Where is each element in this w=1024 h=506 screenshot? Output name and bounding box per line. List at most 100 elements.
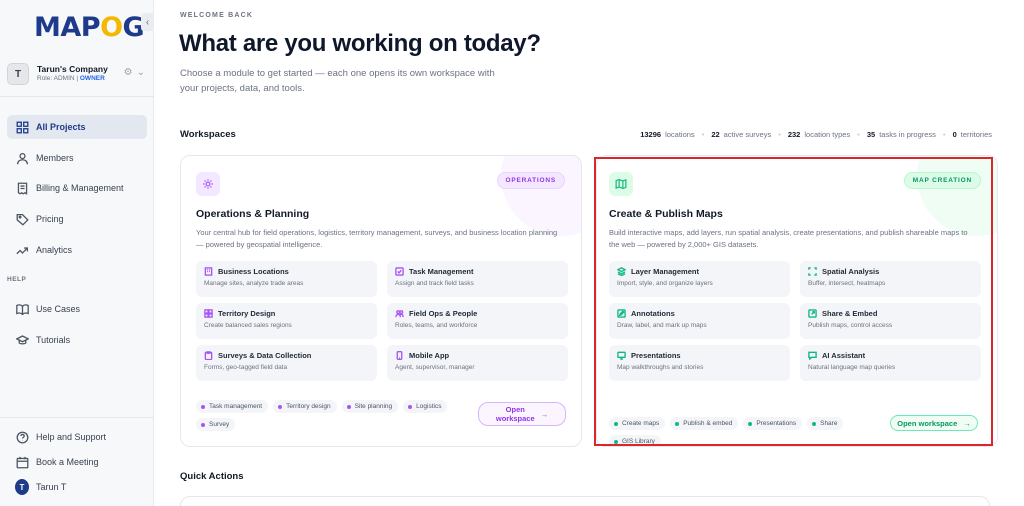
graduation-cap-icon [15,333,29,347]
tag-chip: Logistics [403,400,448,413]
gear-icon[interactable]: ⚙ [124,67,133,78]
sidebar-item-label: Tutorials [36,335,71,345]
help-circle-icon [15,430,29,444]
tag-chip: Create maps [609,417,666,430]
org-avatar: T [7,63,29,85]
building-icon [204,267,213,276]
tag-label: Create maps [622,420,660,427]
avatar: T [15,479,29,495]
stat-label: territories [960,130,992,139]
trend-line-icon [15,243,29,257]
feature-tile-business-locations[interactable]: Business Locations Manage sites, analyze… [196,261,377,297]
tile-title: Field Ops & People [409,309,478,318]
tag-label: Publish & embed [683,420,733,427]
chevron-down-icon[interactable]: ⌄ [137,67,145,78]
category-badge: MAP CREATION [903,172,981,189]
tile-title: Territory Design [218,309,276,318]
tile-subtitle: Assign and track field tasks [395,280,474,287]
tile-subtitle: Agent, supervisor, manager [395,364,475,371]
user-profile[interactable]: T Tarun T [7,475,147,499]
stat-value: 22 [711,130,720,139]
page-title: What are you working on today? [179,30,541,57]
main-content: WELCOME BACK What are you working on tod… [154,0,1024,506]
tag-chip: Publish & embed [670,417,739,430]
map-icon [609,172,633,196]
calendar-icon [15,455,29,469]
card-title: Operations & Planning [196,208,310,220]
smartphone-icon [395,351,404,360]
organization-switcher[interactable]: T Tarun's Company Role: ADMIN | OWNER ⚙ … [7,60,147,88]
sidebar-item-analytics[interactable]: Analytics [7,238,147,262]
card-description: Build interactive maps, add layers, run … [609,228,968,249]
feature-tile-territory-design[interactable]: Territory Design Create balanced sales r… [196,303,377,339]
sidebar-item-members[interactable]: Members [7,146,147,170]
tag-label: Territory design [286,403,331,410]
tile-title: Business Locations [218,267,289,276]
sidebar-item-help-support[interactable]: Help and Support [7,425,147,449]
sidebar-item-label: Book a Meeting [36,457,99,467]
tile-title: Task Management [409,267,474,276]
tag-chip: Presentations [743,417,803,430]
sidebar-item-label: Use Cases [36,304,81,314]
tag-label: Task management [209,403,263,410]
org-role-badge: OWNER [79,75,105,83]
feature-tile-spatial-analysis[interactable]: Spatial Analysis Buffer, intersect, heat… [800,261,981,297]
open-workspace-button[interactable]: Open workspace → [478,402,566,426]
feature-tile-presentations[interactable]: Presentations Map walkthroughs and stori… [609,345,790,381]
stat-value: 232 [787,130,801,139]
feature-tile-ai-assistant[interactable]: AI Assistant Natural language map querie… [800,345,981,381]
sidebar-item-all-projects[interactable]: All Projects [7,115,147,139]
page-subtitle: Choose a module to get started — each on… [180,68,495,95]
tile-subtitle: Buffer, intersect, heatmaps [808,280,886,287]
workspace-card-operations[interactable]: OPERATIONS Operations & Planning Your ce… [180,155,582,447]
checkbox-icon [395,267,404,276]
stat-active-surveys: 22 active surveys [711,130,771,139]
feature-tile-annotations[interactable]: Annotations Draw, label, and mark up map… [609,303,790,339]
feature-tile-field-ops[interactable]: Field Ops & People Roles, teams, and wor… [387,303,568,339]
sidebar-item-tutorials[interactable]: Tutorials [7,328,147,352]
feature-tile-share-embed[interactable]: Share & Embed Publish maps, control acce… [800,303,981,339]
scan-icon [808,267,817,276]
mapog-logo[interactable]: MAPOG [34,12,145,43]
workspaces-heading: Workspaces [180,129,236,140]
button-label-line2: workspace [495,414,535,423]
button-label: Open workspace [897,418,958,428]
tile-title: Presentations [631,351,681,360]
workspace-card-map-creation[interactable]: MAP CREATION Create & Publish Maps Build… [596,155,998,447]
tile-title: Surveys & Data Collection [218,351,312,360]
receipt-icon [15,181,29,195]
card-tags: Create maps Publish & embed Presentation… [609,417,899,446]
user-icon [15,151,29,165]
sidebar-item-billing[interactable]: Billing & Management [7,176,147,200]
feature-tile-surveys[interactable]: Surveys & Data Collection Forms, geo-tag… [196,345,377,381]
tile-title: Annotations [631,309,675,318]
tile-subtitle: Create balanced sales regions [204,322,292,329]
sidebar-item-pricing[interactable]: Pricing [7,207,147,231]
book-open-icon [15,302,29,316]
tile-title: Spatial Analysis [822,267,880,276]
feature-tile-task-management[interactable]: Task Management Assign and track field t… [387,261,568,297]
open-workspace-button[interactable]: Open workspace → [890,415,978,431]
stat-value: 0 [952,130,957,139]
tile-title: Mobile App [409,351,450,360]
tile-subtitle: Publish maps, control access [808,322,893,329]
clipboard-icon [204,351,213,360]
card-tags: Task management Territory design Site pl… [196,400,471,431]
tag-chip: Share [807,417,844,430]
grid-icon [204,309,213,318]
tile-title: Share & Embed [822,309,878,318]
stat-tasks-in-progress: 35 tasks in progress [867,130,936,139]
feature-tile-layer-management[interactable]: Layer Management Import, style, and orga… [609,261,790,297]
feature-tile-mobile-app[interactable]: Mobile App Agent, supervisor, manager [387,345,568,381]
tile-subtitle: Map walkthroughs and stories [617,364,704,371]
welcome-eyebrow: WELCOME BACK [180,12,254,19]
tag-chip: Survey [196,418,236,431]
sidebar-item-book-meeting[interactable]: Book a Meeting [7,450,147,474]
collapse-sidebar-button[interactable]: ‹ [141,13,154,31]
tag-chip: GIS Library [609,435,661,446]
help-section-label: HELP [7,276,27,283]
sidebar-item-use-cases[interactable]: Use Cases [7,297,147,321]
card-description: Your central hub for field operations, l… [196,228,558,249]
stat-label: tasks in progress [879,130,936,139]
stat-label: locations [665,130,695,139]
